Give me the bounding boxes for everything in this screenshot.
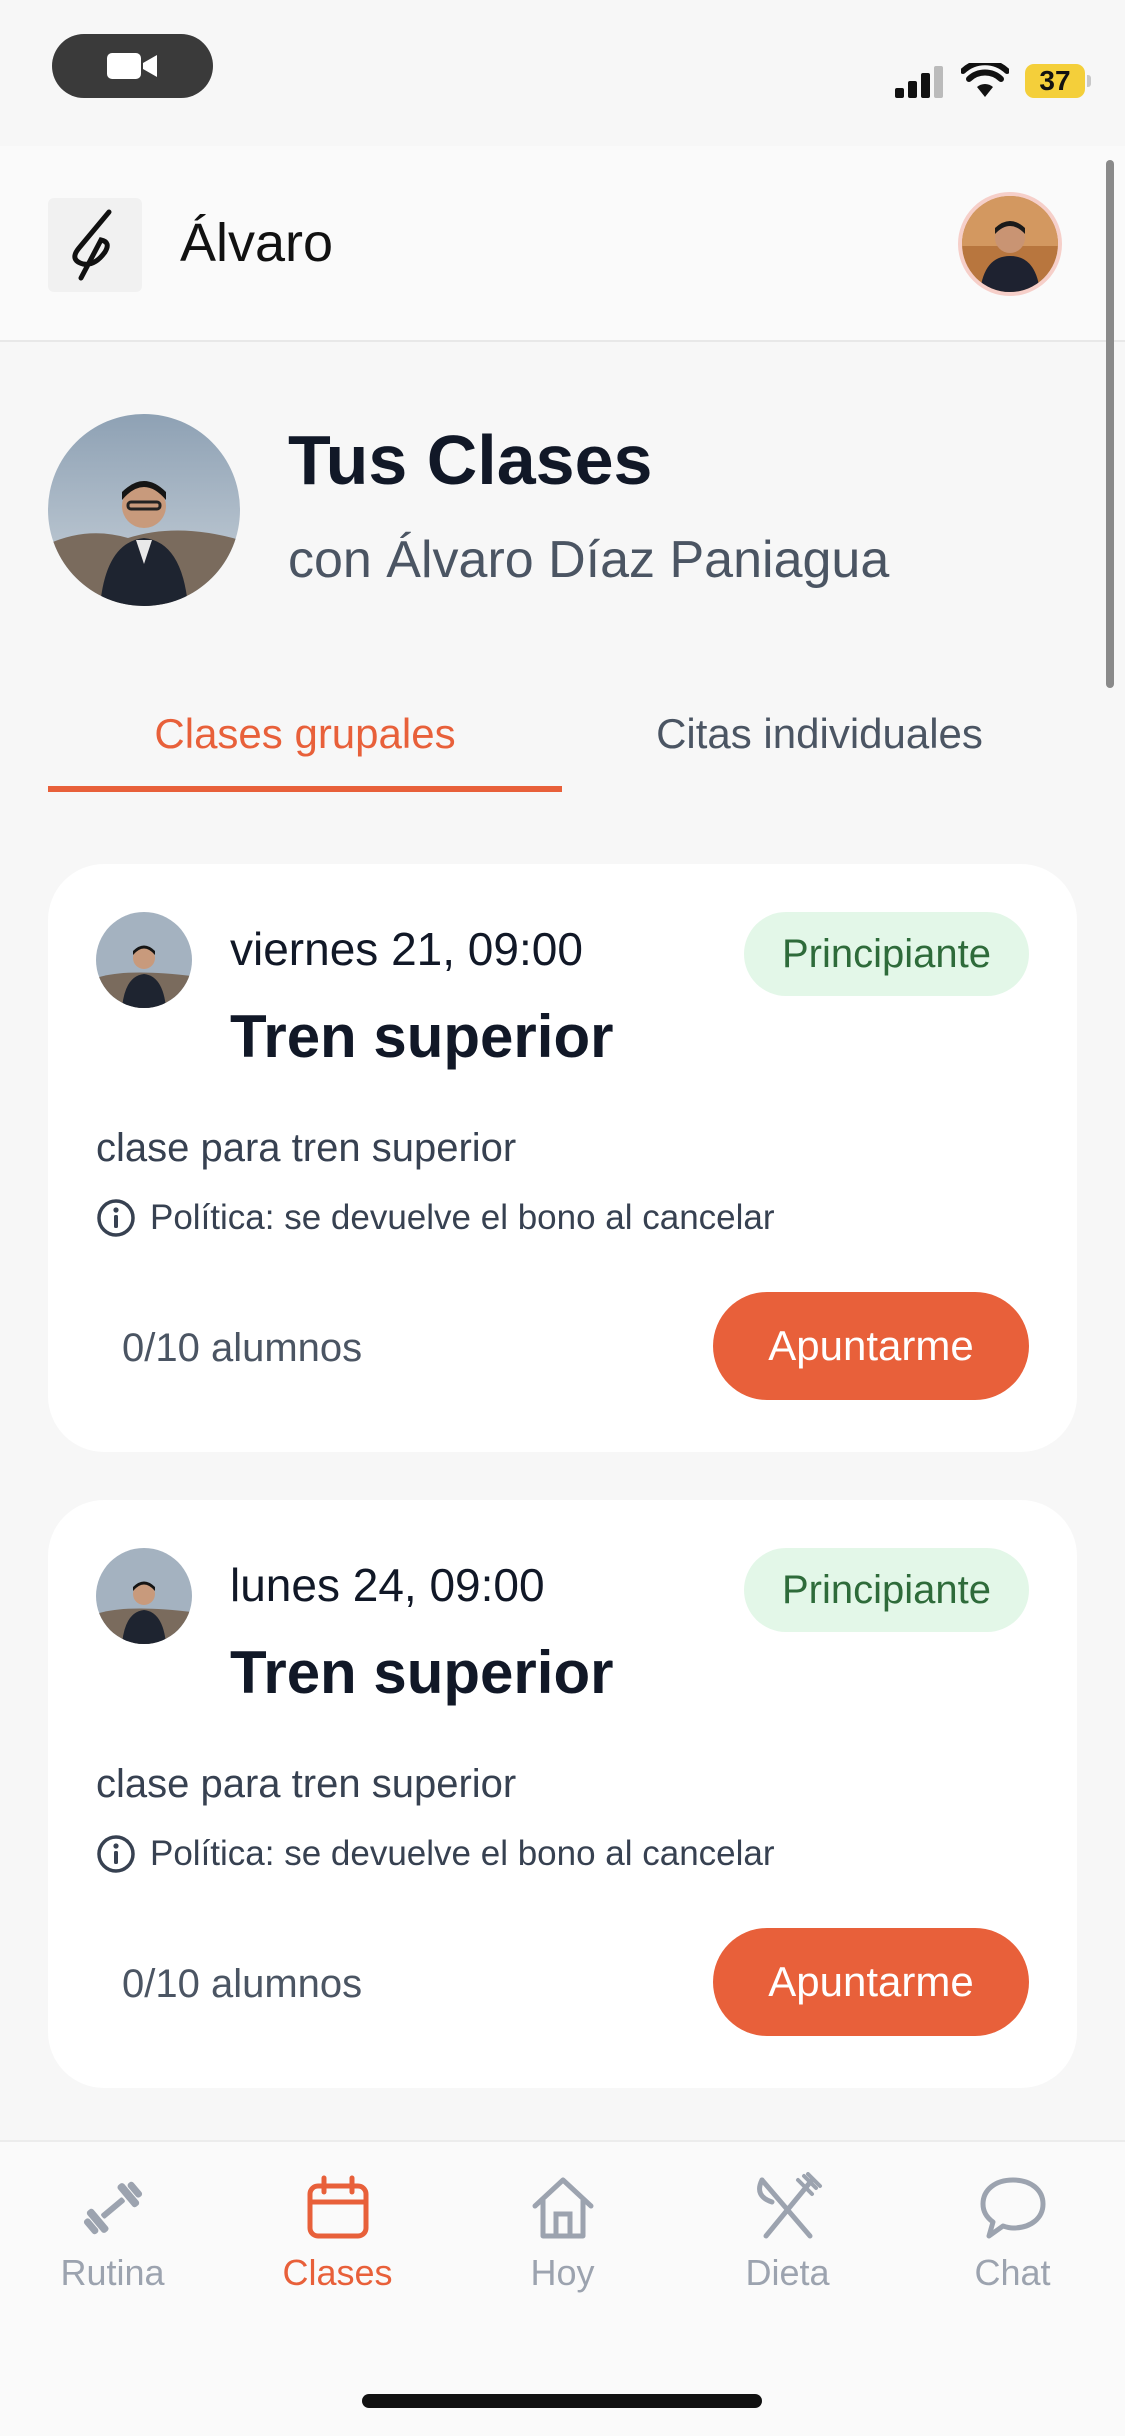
student-count: 0/10 alumnos	[122, 1326, 363, 1370]
class-policy: Política: se devuelve el bono al cancela…	[96, 1834, 775, 1874]
class-card: viernes 21, 09:00 Tren superior Principi…	[48, 864, 1077, 1452]
page-title: Tus Clases	[288, 421, 653, 499]
battery-indicator: 37	[1025, 64, 1091, 98]
wifi-icon	[961, 63, 1009, 97]
calendar-icon	[307, 2175, 368, 2239]
class-date: lunes 24, 09:00	[230, 1559, 545, 1611]
bottom-navigation: Rutina Clases Hoy Dieta Chat	[0, 2140, 1125, 2436]
nav-label: Clases	[282, 2252, 393, 2293]
join-class-button[interactable]: Apuntarme	[713, 1928, 1029, 2036]
avatar	[962, 196, 1058, 292]
home-indicator	[362, 2394, 762, 2408]
nav-item-dieta[interactable]: Dieta	[675, 2172, 900, 2294]
nav-item-hoy[interactable]: Hoy	[450, 2172, 675, 2294]
nav-item-rutina[interactable]: Rutina	[0, 2172, 225, 2294]
tab-clases-grupales[interactable]: Clases grupales	[48, 700, 562, 792]
class-date: viernes 21, 09:00	[230, 923, 583, 975]
class-card: lunes 24, 09:00 Tren superior Principian…	[48, 1500, 1077, 2088]
nav-label: Rutina	[60, 2252, 165, 2293]
screen-recording-indicator	[52, 34, 213, 98]
scroll-indicator[interactable]	[1106, 160, 1114, 688]
class-name: Tren superior	[230, 1639, 614, 1706]
class-name: Tren superior	[230, 1003, 614, 1070]
level-badge: Principiante	[743, 1548, 1029, 1632]
page-subtitle: con Álvaro Díaz Paniagua	[288, 531, 890, 589]
nav-label: Dieta	[745, 2252, 830, 2293]
level-badge: Principiante	[743, 912, 1029, 996]
logo-icon	[72, 209, 112, 281]
join-class-button[interactable]: Apuntarme	[713, 1292, 1029, 1400]
nav-item-clases[interactable]: Clases	[225, 2172, 450, 2294]
nav-label: Hoy	[530, 2252, 595, 2293]
app-logo	[48, 198, 142, 292]
class-description: clase para tren superior	[96, 1762, 517, 1806]
app-header: Álvaro	[0, 146, 1125, 342]
home-icon	[532, 2177, 593, 2239]
student-count: 0/10 alumnos	[122, 1962, 363, 2006]
video-camera-icon	[106, 53, 157, 79]
utensils-icon	[756, 2172, 822, 2239]
status-bar: 37	[0, 0, 1125, 146]
header-title: Álvaro	[180, 213, 334, 273]
battery-level: 37	[1025, 64, 1085, 98]
info-icon	[97, 1199, 135, 1237]
trainer-avatar	[48, 414, 240, 606]
policy-text: Política: se devuelve el bono al cancela…	[150, 1198, 775, 1237]
class-description: clase para tren superior	[96, 1126, 517, 1170]
info-icon	[97, 1835, 135, 1873]
signal-icon	[895, 66, 943, 98]
chat-icon	[980, 2177, 1045, 2239]
nav-label: Chat	[974, 2252, 1051, 2293]
tab-citas-individuales[interactable]: Citas individuales	[562, 700, 1077, 792]
dumbbell-icon	[83, 2181, 142, 2235]
class-tabs: Clases grupales Citas individuales	[48, 700, 1077, 792]
policy-text: Política: se devuelve el bono al cancela…	[150, 1834, 775, 1873]
trainer-avatar	[96, 1548, 192, 1644]
profile-avatar-button[interactable]	[958, 192, 1062, 296]
trainer-avatar	[96, 912, 192, 1008]
nav-item-chat[interactable]: Chat	[900, 2172, 1125, 2294]
class-policy: Política: se devuelve el bono al cancela…	[96, 1198, 775, 1238]
